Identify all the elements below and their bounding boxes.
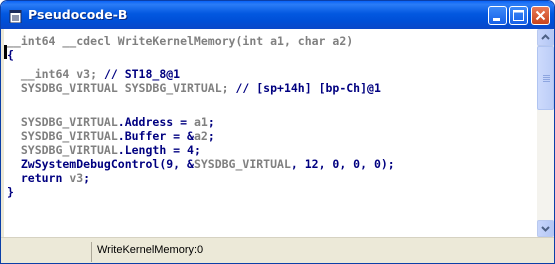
code-token: } (7, 185, 14, 199)
maximize-icon (513, 10, 524, 21)
chevron-up-icon (541, 34, 550, 40)
code-line[interactable]: } (7, 185, 14, 199)
code-token: ; (83, 171, 91, 185)
title-bar[interactable]: Pseudocode-B (1, 1, 554, 29)
code-token: SYSDBG_VIRTUAL (7, 143, 118, 157)
code-token: __int64 v3; (7, 67, 104, 81)
code-token: // [sp+14h] [bp-Ch]@1 (235, 81, 381, 95)
gutter-marker (4, 45, 7, 59)
code-line[interactable]: ZwSystemDebugControl(9, &SYSDBG_VIRTUAL,… (7, 157, 395, 171)
code-token: , 12, 0, 0, 0); (290, 157, 395, 171)
window-title: Pseudocode-B (28, 7, 128, 22)
vertical-scrollbar[interactable] (537, 29, 554, 237)
code-token: .Buffer = & (117, 129, 194, 143)
code-token: ; (207, 129, 215, 143)
code-line[interactable]: __int64 __cdecl WriteKernelMemory(int a1… (7, 34, 353, 48)
code-line[interactable]: SYSDBG_VIRTUAL.Buffer = &a2; (7, 129, 215, 143)
code-token: .Length = 4; (117, 143, 201, 157)
code-token: SYSDBG_VIRTUAL (7, 115, 118, 129)
document-icon (9, 8, 22, 24)
scroll-down-button[interactable] (537, 220, 554, 237)
code-token: SYSDBG_VIRTUAL SYSDBG_VIRTUAL; (7, 81, 236, 95)
scroll-thumb[interactable] (537, 46, 554, 110)
code-token: // ST18_8@1 (103, 67, 181, 81)
code-line[interactable]: SYSDBG_VIRTUAL SYSDBG_VIRTUAL; // [sp+14… (7, 81, 381, 95)
minimize-icon (493, 18, 500, 21)
pseudocode-window: Pseudocode-B __int64 __cdecl WriteKernel… (0, 0, 555, 264)
status-separator (91, 242, 92, 262)
code-token: .Address = (117, 115, 194, 129)
code-token: __int64 __cdecl WriteKernelMemory(int a1… (7, 34, 354, 48)
code-token: ZwSystemDebugControl(9, & (7, 157, 194, 171)
code-line[interactable]: return v3; (7, 171, 90, 185)
maximize-button[interactable] (509, 6, 528, 25)
pseudocode-editor[interactable]: __int64 __cdecl WriteKernelMemory(int a1… (4, 29, 537, 237)
status-text: WriteKernelMemory:0 (97, 244, 204, 256)
close-icon (535, 10, 546, 21)
chevron-down-icon (541, 226, 550, 232)
code-line[interactable]: { (7, 48, 14, 62)
code-line[interactable]: SYSDBG_VIRTUAL.Length = 4; (7, 143, 201, 157)
code-line[interactable]: __int64 v3; // ST18_8@1 (7, 67, 180, 81)
close-button[interactable] (531, 6, 550, 25)
code-line[interactable]: SYSDBG_VIRTUAL.Address = a1; (7, 115, 215, 129)
code-token: a1 (193, 115, 208, 129)
code-token: SYSDBG_VIRTUAL (7, 129, 118, 143)
code-token: SYSDBG_VIRTUAL (193, 157, 291, 171)
code-token: v3 (69, 171, 84, 185)
code-token: ; (207, 115, 215, 129)
code-token: return (7, 171, 70, 185)
code-token: a2 (193, 129, 208, 143)
scroll-up-button[interactable] (537, 29, 554, 46)
status-bar: WriteKernelMemory:0 (1, 237, 554, 263)
minimize-button[interactable] (488, 6, 507, 25)
code-token: { (7, 48, 14, 62)
